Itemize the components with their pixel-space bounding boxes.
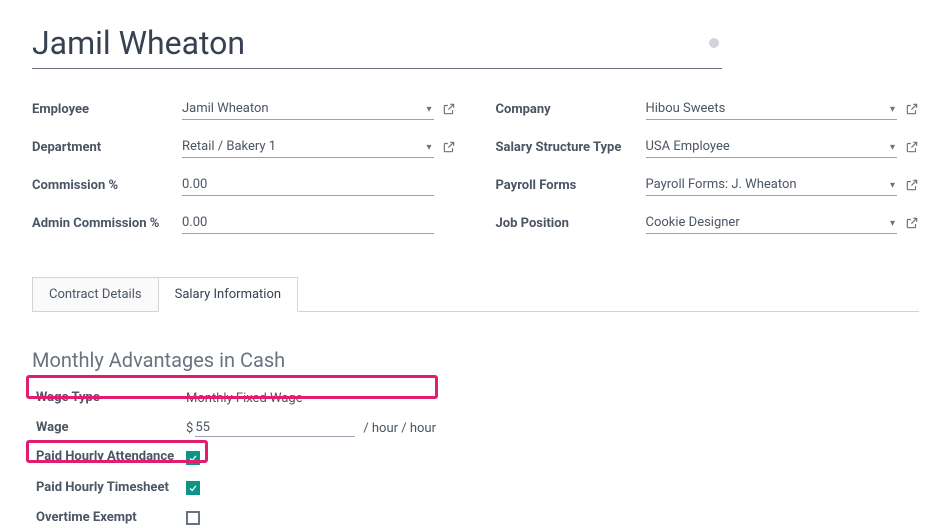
wage-type-value[interactable]: Monthly Fixed Wage [186, 388, 446, 408]
external-link-icon[interactable] [905, 102, 919, 116]
contract-title[interactable]: Jamil Wheaton [32, 24, 722, 69]
external-link-icon[interactable] [442, 140, 456, 154]
external-link-icon[interactable] [905, 140, 919, 154]
commission-field[interactable] [182, 174, 434, 196]
wage-currency: $ [186, 421, 193, 436]
company-field[interactable] [646, 98, 898, 120]
paid-hourly-attendance-checkbox[interactable] [186, 451, 200, 465]
overtime-exempt-checkbox[interactable] [186, 511, 200, 525]
job-position-field[interactable] [646, 212, 898, 234]
external-link-icon[interactable] [905, 216, 919, 230]
admin-commission-field[interactable] [182, 212, 434, 234]
overtime-exempt-label: Overtime Exempt [36, 508, 186, 528]
structure-label: Salary Structure Type [496, 140, 646, 155]
wage-unit: / hour / hour [363, 421, 436, 436]
status-indicator[interactable] [709, 38, 719, 48]
paid-hourly-timesheet-label: Paid Hourly Timesheet [36, 478, 186, 498]
job-position-label: Job Position [496, 216, 646, 231]
employee-label: Employee [32, 102, 182, 117]
external-link-icon[interactable] [905, 178, 919, 192]
external-link-icon[interactable] [442, 102, 456, 116]
tab-contract-details[interactable]: Contract Details [32, 277, 159, 312]
section-monthly-advantages: Monthly Advantages in Cash [32, 348, 919, 372]
wage-field[interactable]: 55 [195, 420, 355, 437]
department-label: Department [32, 140, 182, 155]
admin-commission-label: Admin Commission % [32, 216, 182, 231]
payroll-forms-label: Payroll Forms [496, 178, 646, 193]
wage-label: Wage [36, 418, 186, 438]
form-fields: Employee ▾ Department ▾ Commission % Adm… [32, 95, 919, 247]
payroll-forms-field[interactable] [646, 174, 898, 196]
company-label: Company [496, 102, 646, 117]
paid-hourly-attendance-label: Paid Hourly Attendance [36, 448, 186, 468]
paid-hourly-timesheet-checkbox[interactable] [186, 481, 200, 495]
department-field[interactable] [182, 136, 434, 158]
wage-type-label: Wage Type [36, 388, 186, 408]
structure-field[interactable] [646, 136, 898, 158]
tabs: Contract Details Salary Information [32, 277, 298, 312]
employee-field[interactable] [182, 98, 434, 120]
tab-salary-information[interactable]: Salary Information [158, 277, 298, 312]
commission-label: Commission % [32, 178, 182, 193]
